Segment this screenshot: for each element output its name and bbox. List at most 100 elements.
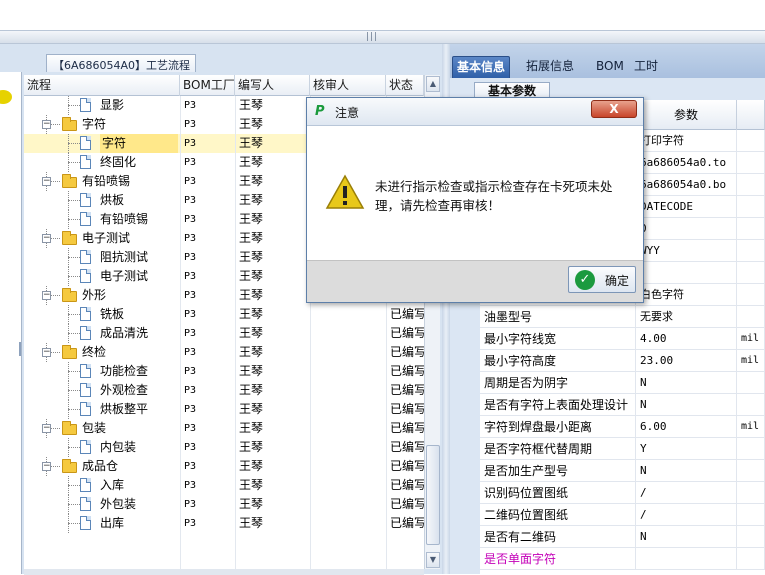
parameter-row[interactable]: 二维码位置图纸 / [480,504,765,526]
folder-icon [62,459,77,473]
process-flow-tab[interactable]: 【6A686054A0】工艺流程 [46,54,196,72]
param-name: 识别码位置图纸 [480,482,636,504]
column-header-bom-factory[interactable]: BOM工厂 [180,75,235,96]
table-row[interactable]: 入库 P3 王琴 已编写 [24,476,424,495]
column-header-status[interactable]: 状态 [386,75,424,96]
row-reviewer [314,457,384,476]
param-value[interactable]: 6.00 [636,416,737,438]
param-name: 油墨型号 [480,306,636,328]
param-unit [737,372,765,394]
collapse-icon[interactable]: − [42,120,51,129]
parameter-row[interactable]: 油墨型号 无要求 [480,306,765,328]
param-value[interactable]: 打印字符 [636,130,737,152]
dialog-body: 未进行指示检查或指示检查存在卡死项未处理，请先检查再审核！ [307,126,643,260]
scroll-down-icon[interactable]: ▼ [426,552,440,568]
row-author: 王琴 [239,421,264,435]
param-value[interactable]: / [636,482,737,504]
collapse-icon[interactable]: − [42,424,51,433]
horizontal-splitter[interactable]: ||| [0,30,765,44]
row-status: 已编写 [390,478,424,492]
param-unit: mil [737,328,765,350]
parameter-row[interactable]: 最小字符高度 23.00 mil [480,350,765,372]
collapse-icon[interactable]: − [42,291,51,300]
table-row[interactable]: 出库 P3 王琴 已编写 [24,514,424,533]
param-value[interactable]: 0 [636,218,737,240]
row-status: 已编写 [390,364,424,378]
collapse-icon[interactable]: − [42,177,51,186]
confirm-button[interactable]: ✓ 确定 [568,266,636,293]
param-value[interactable]: Y [636,438,737,460]
table-row[interactable]: 外包装 P3 王琴 已编写 [24,495,424,514]
table-row[interactable]: 外观检查 P3 王琴 已编写 [24,381,424,400]
folder-icon [62,288,77,302]
grid-horizontal-scrollbar[interactable] [24,569,424,575]
param-value-header[interactable]: 参数 [636,100,737,130]
row-flow-name: 电子测试 [100,269,149,283]
param-value[interactable]: 4.00 [636,328,737,350]
param-value[interactable]: N [636,526,737,548]
row-author: 王琴 [239,231,264,245]
row-reviewer [314,324,384,343]
param-value[interactable]: N [636,372,737,394]
table-row[interactable]: − 终检 P3 王琴 已编写 [24,343,424,362]
scroll-up-icon[interactable]: ▲ [426,76,440,92]
column-header-flow[interactable]: 流程 [24,75,180,96]
warning-dialog: P 注意 X 未进行指示检查或指示检查存在卡死项未处理，请先检查再审核！ ✓ 确… [306,97,644,303]
row-status: 已编写 [390,459,424,473]
parameter-row[interactable]: 是否有二维码 N [480,526,765,548]
param-value[interactable] [636,548,737,570]
table-row[interactable]: 铣板 P3 王琴 已编写 [24,305,424,324]
row-reviewer [314,362,384,381]
param-value[interactable]: N [636,394,737,416]
param-unit-header[interactable] [737,100,765,130]
folder-icon [62,231,77,245]
gutter-handle[interactable] [19,342,21,356]
row-bom-factory: P3 [184,442,197,453]
tab-extended-info[interactable]: 拓展信息 [522,56,578,78]
param-value[interactable]: DATECODE [636,196,737,218]
close-button[interactable]: X [591,100,637,118]
parameter-row[interactable]: 最小字符线宽 4.00 mil [480,328,765,350]
collapse-icon[interactable]: − [42,462,51,471]
tab-basic-info[interactable]: 基本信息 [452,56,511,78]
row-reviewer [314,419,384,438]
param-name: 是否有字符上表面处理设计 [480,394,636,416]
parameter-row[interactable]: 是否字符框代替周期 Y [480,438,765,460]
param-value[interactable]: WYY [636,240,737,262]
splitter-grip-icon[interactable]: ||| [366,32,378,42]
warning-icon [325,174,365,209]
param-value[interactable]: 6a686054a0.to [636,152,737,174]
table-row[interactable]: − 成品仓 P3 王琴 已编写 [24,457,424,476]
parameter-row[interactable]: 是否单面字符 [480,548,765,570]
parameter-row[interactable]: 周期是否为阴字 N [480,372,765,394]
parameter-row[interactable]: 是否加生产型号 N [480,460,765,482]
param-value[interactable]: N [636,460,737,482]
column-header-author[interactable]: 编写人 [235,75,310,96]
row-flow-name: 烘板整平 [100,402,149,416]
collapse-icon[interactable]: − [42,348,51,357]
param-value[interactable]: / [636,504,737,526]
parameter-row[interactable]: 字符到焊盘最小距离 6.00 mil [480,416,765,438]
app-logo-icon: P [315,104,325,119]
tab-work-hours[interactable]: 工时 [630,56,662,78]
row-flow-name: 内包装 [100,440,137,454]
table-row[interactable]: 内包装 P3 王琴 已编写 [24,438,424,457]
table-row[interactable]: 成品清洗 P3 王琴 已编写 [24,324,424,343]
parameter-row[interactable]: 识别码位置图纸 / [480,482,765,504]
row-author: 王琴 [239,364,264,378]
parameter-row[interactable]: 是否有字符上表面处理设计 N [480,394,765,416]
param-value[interactable]: 白色字符 [636,284,737,306]
param-value[interactable]: 23.00 [636,350,737,372]
scroll-thumb[interactable] [426,445,440,545]
tab-bom[interactable]: BOM [592,56,628,78]
folder-icon [62,421,77,435]
param-value[interactable]: 无要求 [636,306,737,328]
table-row[interactable]: 烘板整平 P3 王琴 已编写 [24,400,424,419]
param-value[interactable]: 6a686054a0.bo [636,174,737,196]
table-row[interactable]: − 包装 P3 王琴 已编写 [24,419,424,438]
column-header-reviewer[interactable]: 核审人 [310,75,386,96]
table-row[interactable]: 功能检查 P3 王琴 已编写 [24,362,424,381]
param-value[interactable] [636,262,737,284]
dialog-title-bar[interactable]: P 注意 X [307,98,643,126]
collapse-icon[interactable]: − [42,234,51,243]
